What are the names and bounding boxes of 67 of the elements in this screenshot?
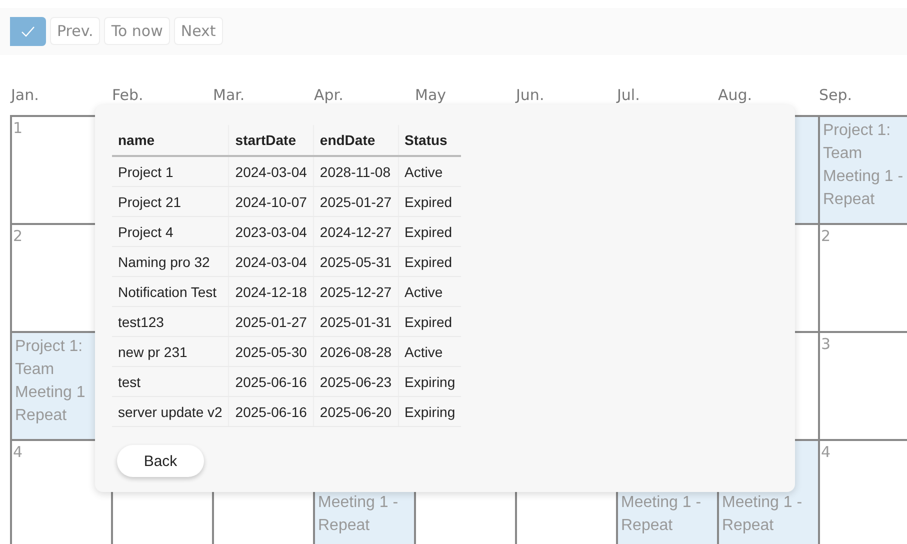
event-text: Meeting 1 - Repeat — [722, 493, 804, 536]
table-cell: Naming pro 32 — [112, 246, 229, 276]
table-cell: 2026-08-28 — [313, 336, 398, 366]
table-cell: 2028-11-08 — [313, 156, 398, 186]
day-number: 4 — [821, 443, 831, 461]
day-number: 2 — [821, 227, 831, 245]
table-cell: new pr 231 — [112, 336, 229, 366]
event-text: Meeting 1 - Repeat — [621, 493, 702, 536]
day-number: 4 — [13, 443, 23, 461]
month-label: Feb. — [112, 86, 144, 106]
table-cell: Expiring — [398, 396, 462, 426]
table-cell: Expiring — [398, 366, 462, 396]
table-cell: 2023-03-04 — [228, 216, 314, 246]
table-cell: Project 21 — [112, 186, 229, 216]
table-cell: 2025-01-31 — [313, 306, 398, 336]
table-cell: 2025-06-20 — [313, 396, 398, 426]
month-label: Jul. — [617, 86, 641, 106]
table-cell: 2025-01-27 — [228, 306, 314, 336]
event-text: Meeting 1 - Repeat — [318, 493, 400, 536]
table-cell: 2025-06-23 — [313, 366, 398, 396]
column-header: endDate — [313, 125, 398, 156]
table-cell: 2024-12-27 — [313, 216, 398, 246]
table-cell: test123 — [112, 306, 229, 336]
month-label: May — [415, 86, 448, 106]
month-label: Mar. — [213, 86, 246, 106]
table-cell: Expired — [398, 306, 462, 336]
day-number: 1 — [13, 119, 23, 137]
month-label: Jun. — [516, 86, 546, 106]
column-header: startDate — [228, 125, 314, 156]
checkbox[interactable] — [10, 17, 46, 46]
table-cell: Project 4 — [112, 216, 229, 246]
table-cell: Expired — [398, 186, 462, 216]
table-cell: 2024-10-07 — [228, 186, 314, 216]
month-label: Sep. — [819, 86, 854, 106]
table-cell: 2025-12-27 — [313, 276, 398, 306]
table-cell: 2025-05-31 — [313, 246, 398, 276]
day-number: 2 — [13, 227, 23, 245]
table-cell: Expired — [398, 216, 462, 246]
month-label: Jan. — [11, 86, 40, 106]
month-label: Apr. — [314, 86, 344, 106]
table-cell: Active — [398, 276, 462, 306]
table-cell: 2025-06-16 — [228, 396, 314, 426]
event-text: Project 1: Team Meeting 1 Repeat — [15, 337, 86, 426]
nav-button[interactable]: Next — [174, 17, 223, 45]
table-cell: Active — [398, 156, 462, 186]
table-cell: Notification Test — [112, 276, 229, 306]
table-cell: 2025-01-27 — [313, 186, 398, 216]
column-header: name — [112, 125, 229, 156]
back-button[interactable]: Back — [117, 445, 204, 477]
table-cell: server update v2 — [112, 396, 229, 426]
column-header: Status — [398, 125, 462, 156]
table-cell: 2025-05-30 — [228, 336, 314, 366]
table-cell: 2024-03-04 — [228, 246, 314, 276]
check-icon — [21, 26, 35, 38]
table-cell: Active — [398, 336, 462, 366]
event-card[interactable]: Project 1: Team Meeting 1 - Repeat — [820, 117, 907, 223]
table-cell: 2024-12-18 — [228, 276, 314, 306]
event-text: Project 1: Team Meeting 1 - Repeat — [823, 121, 904, 210]
table-cell: Project 1 — [112, 156, 229, 186]
table-cell: 2025-06-16 — [228, 366, 314, 396]
table-cell: Expired — [398, 246, 462, 276]
nav-button[interactable]: To now — [104, 17, 170, 45]
table-cell: 2024-03-04 — [228, 156, 314, 186]
day-number: 3 — [821, 335, 831, 353]
nav-button[interactable]: Prev. — [50, 17, 100, 45]
table-cell: test — [112, 366, 229, 396]
month-label: Aug. — [718, 86, 754, 106]
